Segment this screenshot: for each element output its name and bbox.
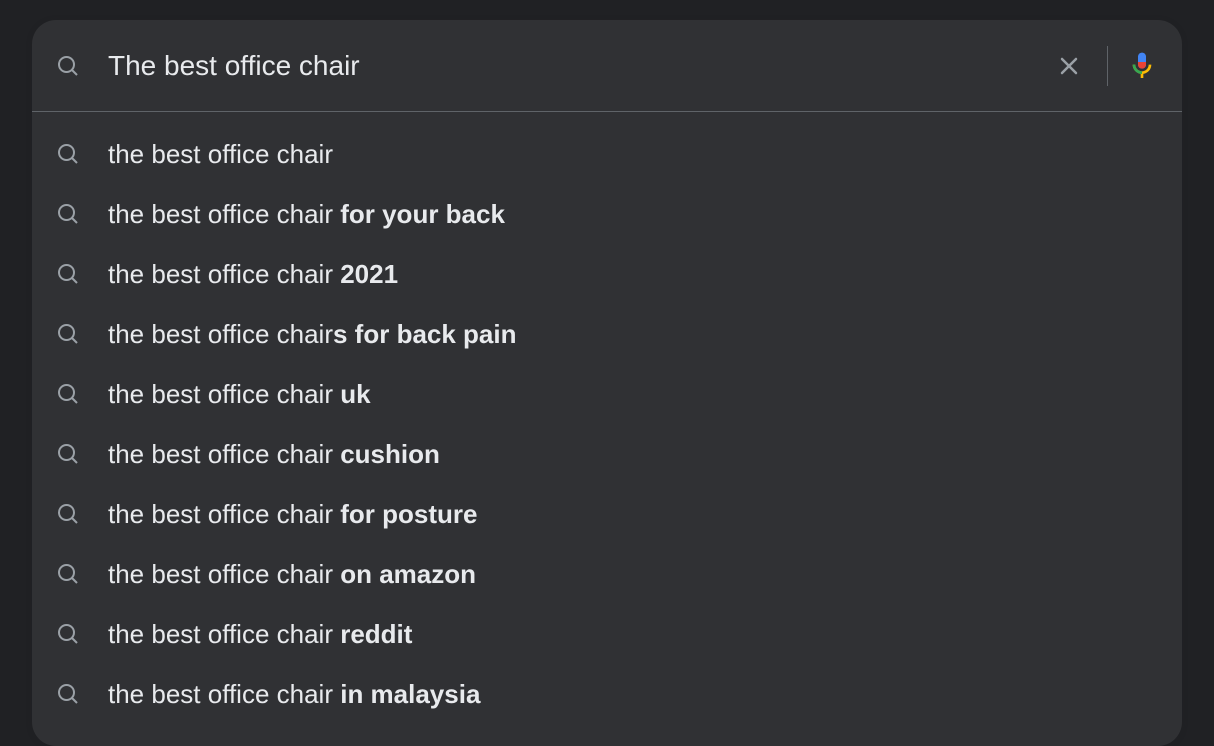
suggestion-text: the best office chair reddit xyxy=(108,619,412,650)
search-icon xyxy=(56,54,80,78)
suggestion-text: the best office chair for posture xyxy=(108,499,477,530)
suggestion-prefix: the best office chair xyxy=(108,199,340,229)
suggestion-item[interactable]: the best office chair cushion xyxy=(32,424,1182,484)
suggestion-prefix: the best office chair xyxy=(108,139,333,169)
suggestion-suffix: reddit xyxy=(340,619,412,649)
suggestion-text: the best office chair xyxy=(108,139,333,170)
search-icon xyxy=(56,382,80,406)
suggestion-prefix: the best office chair xyxy=(108,559,340,589)
suggestion-suffix: 2021 xyxy=(340,259,398,289)
suggestion-suffix: uk xyxy=(340,379,370,409)
search-icon xyxy=(56,502,80,526)
suggestion-item[interactable]: the best office chair for your back xyxy=(32,184,1182,244)
search-icon xyxy=(56,682,80,706)
suggestion-suffix: in malaysia xyxy=(340,679,480,709)
mic-icon[interactable] xyxy=(1126,50,1158,82)
search-dropdown: the best office chairthe best office cha… xyxy=(32,20,1182,746)
suggestion-item[interactable]: the best office chair on amazon xyxy=(32,544,1182,604)
close-icon xyxy=(1057,54,1081,78)
search-icon xyxy=(56,142,80,166)
suggestion-text: the best office chair uk xyxy=(108,379,371,410)
suggestion-item[interactable]: the best office chair reddit xyxy=(32,604,1182,664)
suggestion-suffix: s for back pain xyxy=(333,319,517,349)
suggestion-prefix: the best office chair xyxy=(108,259,340,289)
suggestion-prefix: the best office chair xyxy=(108,679,340,709)
suggestion-item[interactable]: the best office chairs for back pain xyxy=(32,304,1182,364)
suggestion-prefix: the best office chair xyxy=(108,499,340,529)
suggestion-suffix: cushion xyxy=(340,439,440,469)
search-icon xyxy=(56,202,80,226)
suggestion-item[interactable]: the best office chair in malaysia xyxy=(32,664,1182,724)
suggestion-text: the best office chair 2021 xyxy=(108,259,398,290)
clear-button[interactable] xyxy=(1049,46,1089,86)
suggestion-prefix: the best office chair xyxy=(108,439,340,469)
suggestion-item[interactable]: the best office chair xyxy=(32,124,1182,184)
divider xyxy=(1107,46,1108,86)
suggestion-item[interactable]: the best office chair uk xyxy=(32,364,1182,424)
suggestion-item[interactable]: the best office chair for posture xyxy=(32,484,1182,544)
search-icon xyxy=(56,262,80,286)
suggestion-prefix: the best office chair xyxy=(108,319,333,349)
suggestion-suffix: for posture xyxy=(340,499,477,529)
search-icon xyxy=(56,622,80,646)
suggestion-text: the best office chair for your back xyxy=(108,199,505,230)
suggestion-text: the best office chairs for back pain xyxy=(108,319,517,350)
search-icon xyxy=(56,322,80,346)
suggestion-suffix: for your back xyxy=(340,199,505,229)
suggestions-list: the best office chairthe best office cha… xyxy=(32,112,1182,744)
suggestion-suffix: on amazon xyxy=(340,559,476,589)
suggestion-item[interactable]: the best office chair 2021 xyxy=(32,244,1182,304)
suggestion-text: the best office chair in malaysia xyxy=(108,679,480,710)
suggestion-text: the best office chair on amazon xyxy=(108,559,476,590)
suggestion-text: the best office chair cushion xyxy=(108,439,440,470)
search-bar xyxy=(32,20,1182,112)
search-input[interactable] xyxy=(108,50,1049,82)
suggestion-prefix: the best office chair xyxy=(108,619,340,649)
search-icon xyxy=(56,442,80,466)
search-icon xyxy=(56,562,80,586)
suggestion-prefix: the best office chair xyxy=(108,379,340,409)
